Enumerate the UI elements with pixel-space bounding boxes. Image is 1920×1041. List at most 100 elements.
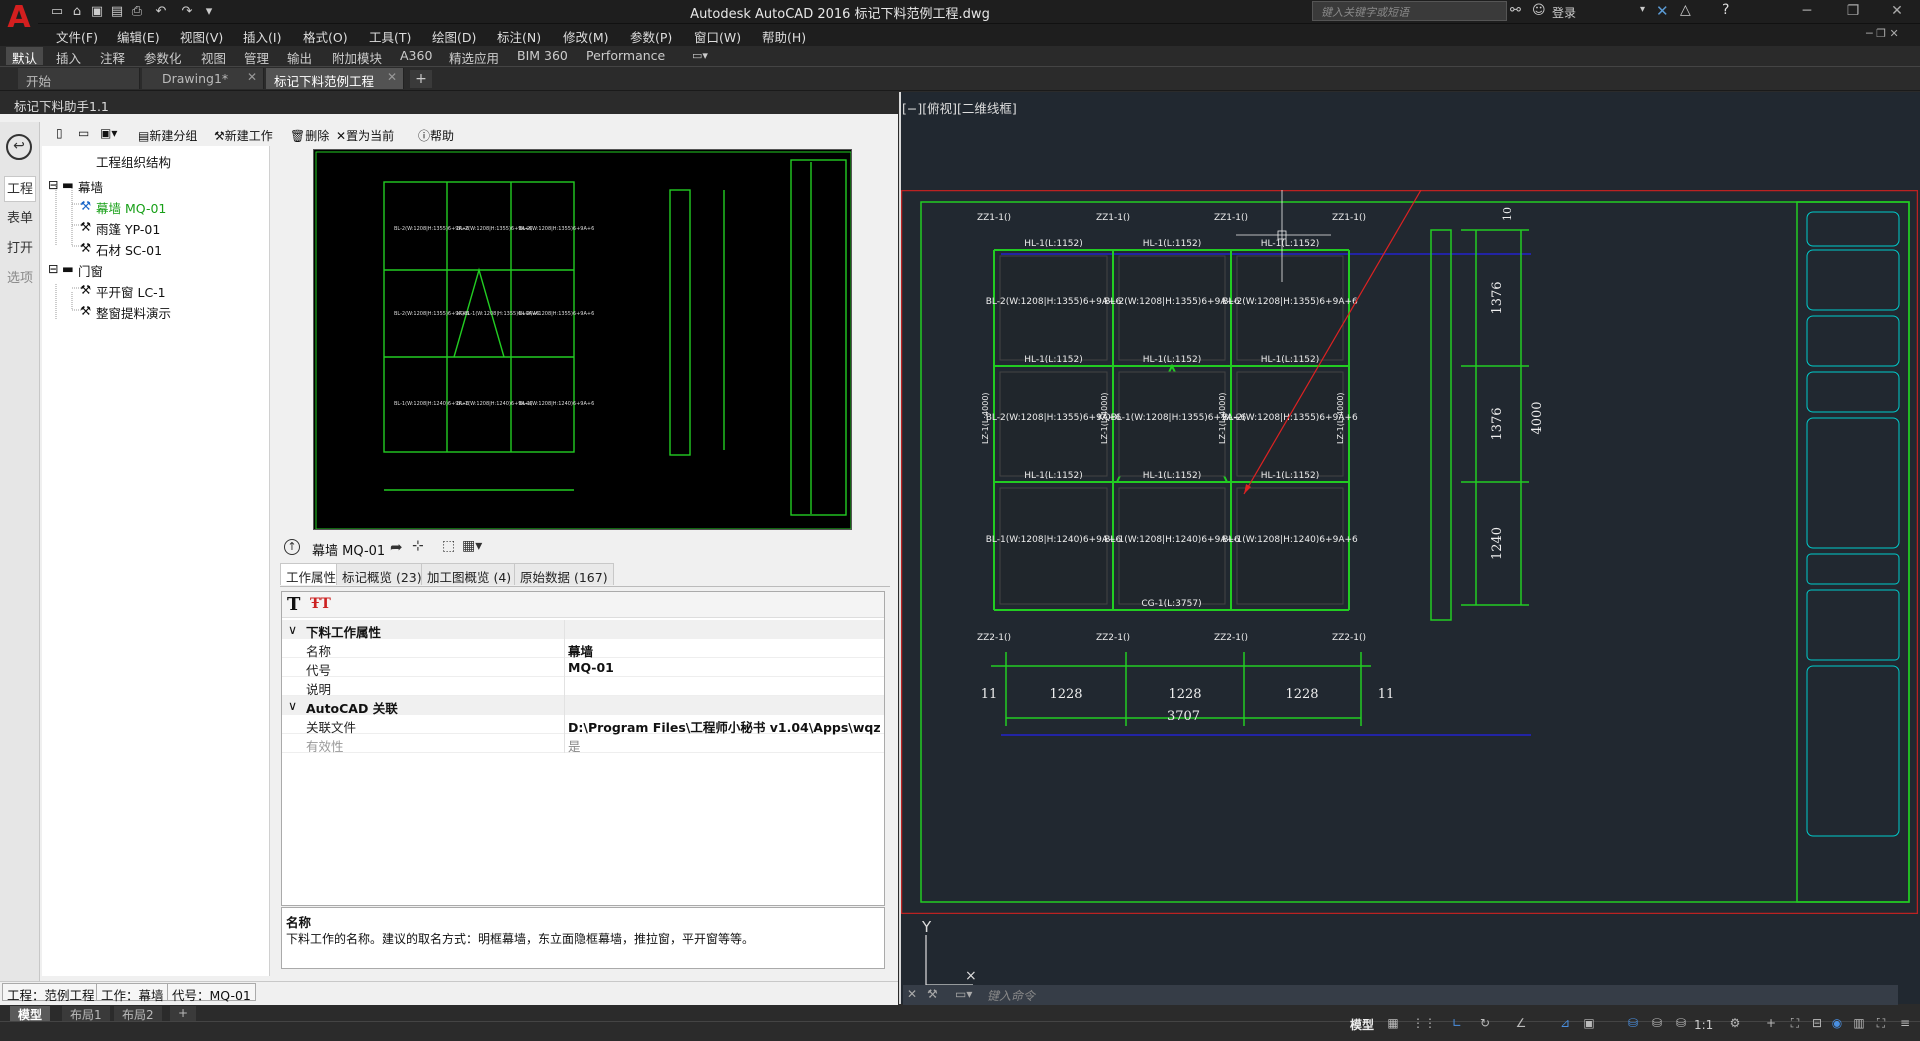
menu-format[interactable]: 格式(O) <box>303 27 348 46</box>
menu-modify[interactable]: 修改(M) <box>563 27 609 46</box>
tree-expand-icon[interactable]: ⊟ <box>48 261 58 276</box>
annotation-scale-icon[interactable]: ⛁ <box>1672 1016 1690 1032</box>
close-tab-icon[interactable]: ✕ <box>387 70 397 84</box>
up-arrow-icon[interactable]: ↑ <box>284 539 300 555</box>
search-input[interactable]: 键入关键字或短语 <box>1312 1 1507 21</box>
user-icon[interactable]: ☺ <box>1532 3 1546 18</box>
doc-tab-example[interactable]: 标记下料范例工程 ✕ <box>266 68 404 89</box>
ribbon-tab-insert[interactable]: 插入 <box>50 47 87 66</box>
tree-node-yp01[interactable]: 雨篷 YP-01 <box>96 219 160 238</box>
tree-node-curtainwall[interactable]: 幕墙 <box>78 177 103 196</box>
menu-dimension[interactable]: 标注(N) <box>497 27 541 46</box>
binoculars-icon[interactable]: ⚯ <box>1510 3 1521 18</box>
tree-node-sc01[interactable]: 石材 SC-01 <box>96 240 162 259</box>
help-icon[interactable]: ? <box>1722 2 1729 18</box>
polar-icon[interactable]: ↻ <box>1476 1016 1494 1032</box>
ribbon-tab-view[interactable]: 视图 <box>195 47 232 66</box>
menu-edit[interactable]: 编辑(E) <box>117 27 160 46</box>
isolate-objects-icon[interactable]: ◉ <box>1828 1016 1846 1032</box>
new-tab-button[interactable]: + <box>410 70 432 88</box>
side-tab-open[interactable]: 打开 <box>4 236 36 262</box>
grid-icon[interactable]: ▦ <box>1384 1016 1402 1032</box>
cmd-recent-icon[interactable]: ▭▾ <box>955 987 972 1001</box>
ribbon-tab-manage[interactable]: 管理 <box>238 47 275 66</box>
doc-tab-drawing1[interactable]: Drawing1* ✕ <box>142 68 264 89</box>
ribbon-tab-a360[interactable]: A360 <box>394 47 438 65</box>
select-icon[interactable]: ⬚ <box>442 538 455 554</box>
customize-menu-icon[interactable]: ≡ <box>1896 1016 1914 1032</box>
auto-scale-icon[interactable]: ⛁ <box>1648 1016 1666 1032</box>
text-style-icon[interactable]: T <box>287 594 300 615</box>
side-tab-options[interactable]: 选项 <box>4 266 36 292</box>
tree-expand-icon[interactable]: ⊟ <box>48 177 58 192</box>
menu-tools[interactable]: 工具(T) <box>369 27 411 46</box>
open-file-icon[interactable]: ⌂ <box>68 3 86 21</box>
column-divider[interactable] <box>564 620 565 753</box>
snap-icon[interactable]: ⋮⋮ <box>1412 1016 1436 1032</box>
help-button[interactable]: ⓘ帮助 <box>418 127 454 144</box>
category-autocad-link[interactable]: ∨ AutoCAD 关联 <box>282 696 884 716</box>
table-dropdown-icon[interactable]: ▦▾ <box>462 538 482 554</box>
login-dropdown-icon[interactable]: ▾ <box>1640 4 1645 15</box>
tab-layout1[interactable]: 布局1 <box>62 1006 110 1022</box>
menu-file[interactable]: 文件(F) <box>56 27 98 46</box>
tab-mark-overview[interactable]: 标记概览 (23) <box>336 563 428 585</box>
login-button[interactable]: 登录 <box>1552 4 1576 21</box>
prop-row-desc[interactable]: 说明 <box>282 677 884 697</box>
add-layout-button[interactable]: + <box>170 1006 197 1022</box>
tree-node-lc1[interactable]: 平开窗 LC-1 <box>96 282 166 301</box>
model-space-button[interactable]: 模型 <box>1350 1016 1374 1033</box>
prop-row-linked-file[interactable]: 关联文件 D:\Program Files\工程师小秘书 v1.04\Apps\w… <box>282 715 884 735</box>
share-arrow-icon[interactable]: ➦ <box>390 538 403 556</box>
autodesk-360-icon[interactable]: △ <box>1680 2 1691 18</box>
save-icon[interactable]: ▣ <box>88 3 106 21</box>
restore-button[interactable]: ❐ <box>1830 0 1876 24</box>
close-tab-icon[interactable]: ✕ <box>247 70 257 84</box>
ribbon-tab-featured-apps[interactable]: 精选应用 <box>443 47 505 66</box>
menu-draw[interactable]: 绘图(D) <box>432 27 476 46</box>
undo-icon[interactable]: ↶ <box>152 3 170 21</box>
minimize-button[interactable]: ─ <box>1784 0 1830 24</box>
osnap-icon[interactable]: ⊿ <box>1556 1016 1574 1032</box>
tab-model[interactable]: 模型 <box>10 1006 51 1022</box>
ribbon-tab-annotate[interactable]: 注释 <box>94 47 131 66</box>
plot-icon[interactable]: ⎙ <box>128 3 146 21</box>
osnap-tracking-icon[interactable]: ▣ <box>1580 1016 1598 1032</box>
clean-screen-icon[interactable]: ⛶ <box>1872 1016 1890 1032</box>
close-button[interactable]: ✕ <box>1874 0 1920 24</box>
workspace-gear-icon[interactable]: ⚙ <box>1726 1016 1744 1032</box>
save-as-icon[interactable]: ▤ <box>108 3 126 21</box>
ribbon-tab-bim360[interactable]: BIM 360 <box>511 47 574 65</box>
ribbon-tab-addins[interactable]: 附加模块 <box>326 47 388 66</box>
side-tab-project[interactable]: 工程 <box>4 176 36 202</box>
pick-point-icon[interactable]: ⊹ <box>412 538 424 554</box>
doc-tab-start[interactable]: 开始 <box>18 68 140 89</box>
redo-icon[interactable]: ↷ <box>178 3 196 21</box>
cmd-close-icon[interactable]: ✕ <box>907 987 917 1001</box>
qat-dropdown-icon[interactable]: ▾ <box>200 3 218 21</box>
command-input[interactable]: 键入命令 <box>987 987 1035 1004</box>
back-icon[interactable]: ↩ <box>6 134 32 160</box>
exchange-apps-icon[interactable]: ✕ <box>1656 2 1669 20</box>
tree-node-window-demo[interactable]: 整窗提料演示 <box>96 303 171 322</box>
tab-drawing-overview[interactable]: 加工图概览 (4) <box>421 563 518 585</box>
menu-insert[interactable]: 插入(I) <box>243 27 281 46</box>
save-dropdown-icon[interactable]: ▣▾ <box>100 126 117 140</box>
tab-work-properties[interactable]: 工作属性 <box>280 563 343 585</box>
menu-parametric[interactable]: 参数(P) <box>630 27 672 46</box>
scale-dropdown[interactable]: 1:1 <box>1694 1018 1713 1032</box>
category-work-properties[interactable]: ∨ 下料工作属性 <box>282 620 884 640</box>
viewport-controls[interactable]: [−][俯视][二维线框] <box>902 98 1017 117</box>
prop-row-name[interactable]: 名称 幕墙 <box>282 639 884 659</box>
hardware-accel-icon[interactable]: ▥ <box>1850 1016 1868 1032</box>
cmd-settings-icon[interactable]: ⚒ <box>927 987 938 1001</box>
new-file-icon[interactable]: ▭ <box>48 3 66 21</box>
tab-layout2[interactable]: 布局2 <box>114 1006 162 1022</box>
doc-minimize-icon[interactable]: ─ ❐ ✕ <box>1866 27 1899 40</box>
cad-drawing[interactable]: BL-2(W:1208|H:1355)6+9A+6BL-2(W:1208|H:1… <box>901 190 1918 914</box>
monitor-icon[interactable]: ⛶ <box>1786 1016 1804 1032</box>
app-menu-button[interactable]: A <box>0 0 38 46</box>
ribbon-tab-performance[interactable]: Performance <box>580 47 671 65</box>
menu-help[interactable]: 帮助(H) <box>762 27 806 46</box>
ui-lock-icon[interactable]: ⊟ <box>1808 1016 1826 1032</box>
